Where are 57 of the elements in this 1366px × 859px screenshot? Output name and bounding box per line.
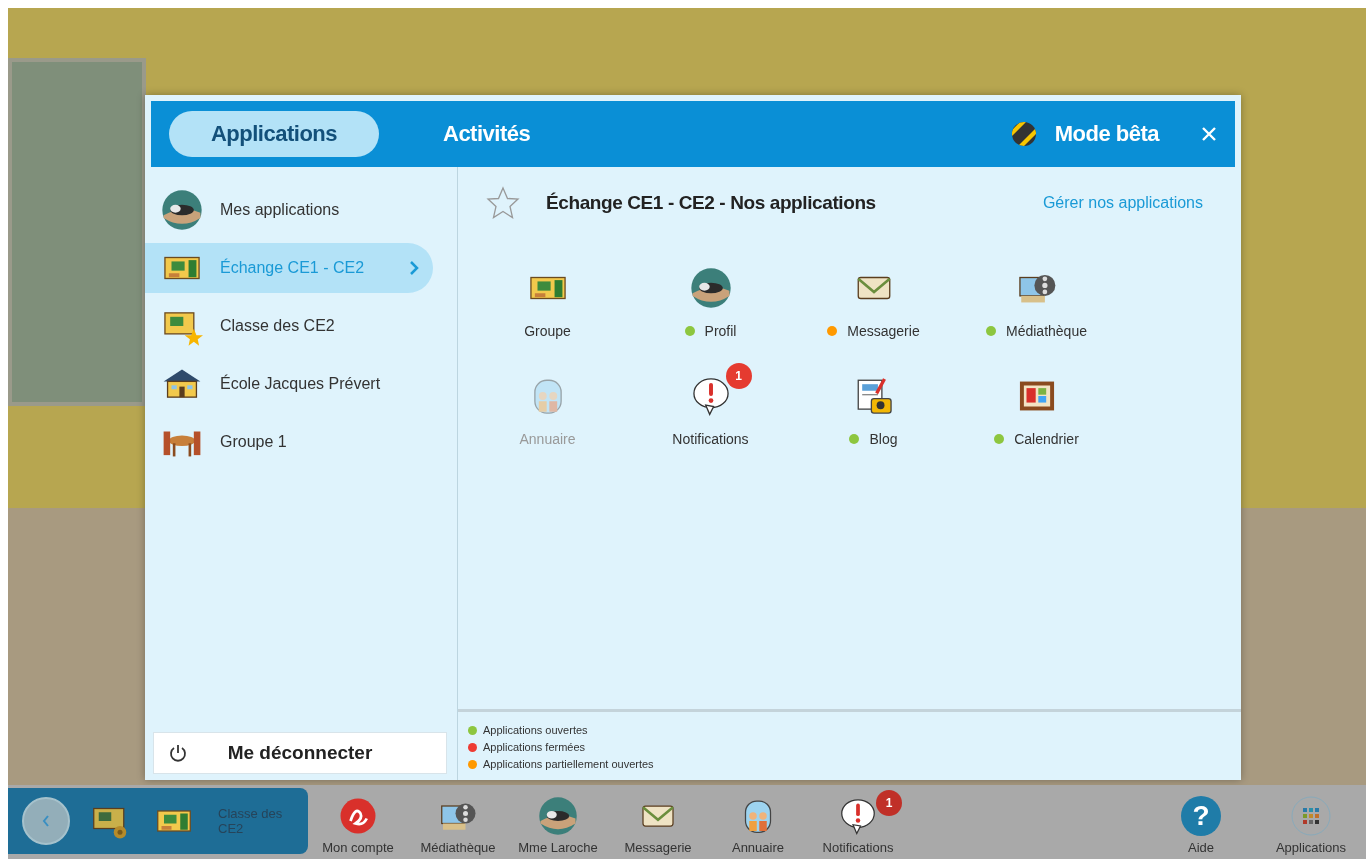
app-tile[interactable]: Profil	[629, 253, 792, 339]
app-tile[interactable]: Blog	[792, 361, 955, 447]
beta-mode-label: Mode bêta	[1054, 121, 1159, 147]
chevron-left-icon	[41, 813, 51, 829]
class-name: Classe des CE2	[218, 806, 284, 836]
taskbar-item[interactable]: Annuaire	[708, 788, 808, 859]
tab[interactable]: Applications	[169, 111, 379, 157]
striped-circle-icon	[1010, 121, 1037, 147]
notification-badge: 1	[876, 790, 902, 816]
power-icon	[168, 743, 188, 763]
app-tile[interactable]: Calendrier	[955, 361, 1118, 447]
app-name: Médiathèque	[1006, 323, 1087, 339]
taskbar-item[interactable]: 1 Notifications	[808, 788, 908, 859]
sidebar-item[interactable]: Groupe 1	[145, 417, 433, 467]
sidebar-item-label: Classe des CE2	[220, 317, 335, 335]
app-name: Annuaire	[519, 431, 576, 447]
sidebar-item[interactable]: École Jacques Prévert	[145, 359, 433, 409]
app-tile[interactable]: 1 Notifications	[629, 361, 792, 447]
exclamation-bubble-icon	[838, 796, 878, 836]
app-name: Messagerie	[847, 323, 920, 339]
chevron-right-icon	[409, 260, 419, 276]
app-name: Groupe	[524, 323, 571, 339]
star-icon[interactable]	[486, 186, 520, 220]
avatar-icon	[161, 189, 203, 231]
help-item[interactable]: ? Aide	[1146, 788, 1256, 859]
taskbar-item[interactable]: Mon compte	[308, 788, 408, 859]
section-title: Échange CE1 - CE2 - Nos applications	[546, 192, 876, 214]
notification-badge: 1	[725, 363, 752, 389]
logout-button[interactable]: Me déconnecter	[153, 732, 447, 774]
app-tile[interactable]: Groupe	[466, 253, 629, 339]
avatar-icon	[689, 267, 732, 309]
back-button[interactable]	[22, 797, 70, 845]
legend-label: Applications partiellement ouvertes	[483, 758, 654, 770]
taskbar-item[interactable]: Mme Laroche	[508, 788, 608, 859]
applications-item[interactable]: Applications	[1256, 788, 1366, 859]
taskbar-item[interactable]: Messagerie	[608, 788, 708, 859]
app-tile[interactable]: Messagerie	[792, 253, 955, 339]
app-name: Blog	[869, 431, 898, 447]
app-tile[interactable]: Médiathèque	[955, 253, 1118, 339]
legend-label: Applications fermées	[483, 741, 586, 753]
sidebar-item[interactable]: Classe des CE2	[145, 301, 433, 351]
squiggle-circle-icon	[338, 796, 378, 836]
sidebar-item[interactable]: Mes applications	[145, 185, 433, 235]
app-grid-icon	[1291, 796, 1331, 836]
app-name: Calendrier	[1014, 431, 1079, 447]
app-name: Notifications	[672, 431, 749, 447]
app-name: Profil	[704, 323, 737, 339]
sidebar-item-label: Échange CE1 - CE2	[220, 259, 365, 277]
tab[interactable]: Activités	[413, 111, 561, 157]
sidebar-item-label: Groupe 1	[220, 433, 287, 451]
close-icon[interactable]	[1201, 126, 1217, 142]
avatar-icon	[538, 796, 578, 836]
taskbar-item[interactable]: Médiathèque	[408, 788, 508, 859]
help-icon: ?	[1181, 796, 1221, 836]
legend-label: Applications ouvertes	[483, 724, 588, 736]
sidebar-item-label: Mes applications	[220, 201, 340, 219]
sidebar-item-label: École Jacques Prévert	[220, 375, 381, 393]
